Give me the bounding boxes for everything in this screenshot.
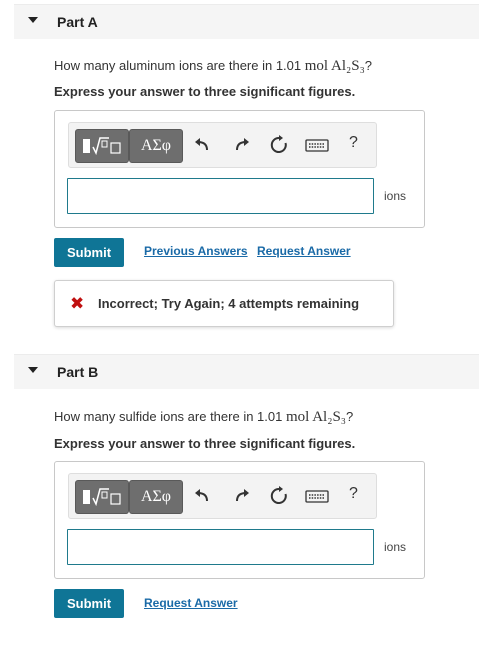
templates-button[interactable] bbox=[75, 480, 129, 514]
part-b-instruction: Express your answer to three significant… bbox=[54, 436, 356, 451]
reset-icon[interactable] bbox=[269, 135, 289, 155]
part-b-title: Part B bbox=[57, 364, 99, 380]
templates-icon bbox=[83, 488, 121, 507]
part-a-request-answer-link[interactable]: Request Answer bbox=[257, 244, 351, 258]
math-toolbar: ΑΣφ ? bbox=[68, 473, 377, 519]
help-icon[interactable]: ? bbox=[349, 485, 358, 503]
symbols-button[interactable]: ΑΣφ bbox=[129, 129, 183, 163]
redo-icon[interactable] bbox=[232, 135, 252, 155]
collapse-caret-icon[interactable] bbox=[28, 17, 38, 23]
undo-icon[interactable] bbox=[192, 135, 212, 155]
part-b-unit: ions bbox=[384, 540, 407, 554]
reset-icon[interactable] bbox=[269, 486, 289, 506]
templates-button[interactable] bbox=[75, 129, 129, 163]
help-icon[interactable]: ? bbox=[349, 134, 358, 152]
part-a-instruction: Express your answer to three significant… bbox=[54, 84, 356, 99]
part-a-answer-box: ΑΣφ ? ions bbox=[54, 110, 425, 228]
part-a-answer-input[interactable] bbox=[67, 178, 374, 214]
math-toolbar: ΑΣφ ? bbox=[68, 122, 377, 168]
part-b-answer-input[interactable] bbox=[67, 529, 374, 565]
undo-icon[interactable] bbox=[192, 486, 212, 506]
keyboard-icon[interactable] bbox=[305, 135, 329, 155]
feedback-text: Incorrect; Try Again; 4 attempts remaini… bbox=[98, 296, 360, 311]
part-b-request-answer-link[interactable]: Request Answer bbox=[144, 596, 238, 610]
part-b-answer-box: ΑΣφ ? ions bbox=[54, 461, 425, 579]
part-b-header[interactable]: Part B bbox=[14, 354, 479, 389]
incorrect-x-icon: ✖ bbox=[70, 294, 85, 313]
part-a-question: How many aluminum ions are there in 1.01… bbox=[54, 58, 373, 74]
feedback-message: ✖ Incorrect; Try Again; 4 attempts remai… bbox=[54, 280, 394, 327]
previous-answers-link[interactable]: Previous Answers bbox=[144, 244, 248, 258]
part-a-title: Part A bbox=[57, 14, 98, 30]
part-b-question: How many sulfide ions are there in 1.01 … bbox=[54, 409, 354, 425]
part-a-submit-button[interactable]: Submit bbox=[54, 238, 124, 267]
symbols-button[interactable]: ΑΣφ bbox=[129, 480, 183, 514]
part-b-submit-button[interactable]: Submit bbox=[54, 589, 124, 618]
keyboard-icon[interactable] bbox=[305, 486, 329, 506]
part-a-header[interactable]: Part A bbox=[14, 4, 479, 39]
templates-icon bbox=[83, 137, 121, 156]
part-a-unit: ions bbox=[384, 189, 407, 203]
redo-icon[interactable] bbox=[232, 486, 252, 506]
collapse-caret-icon[interactable] bbox=[28, 367, 38, 373]
